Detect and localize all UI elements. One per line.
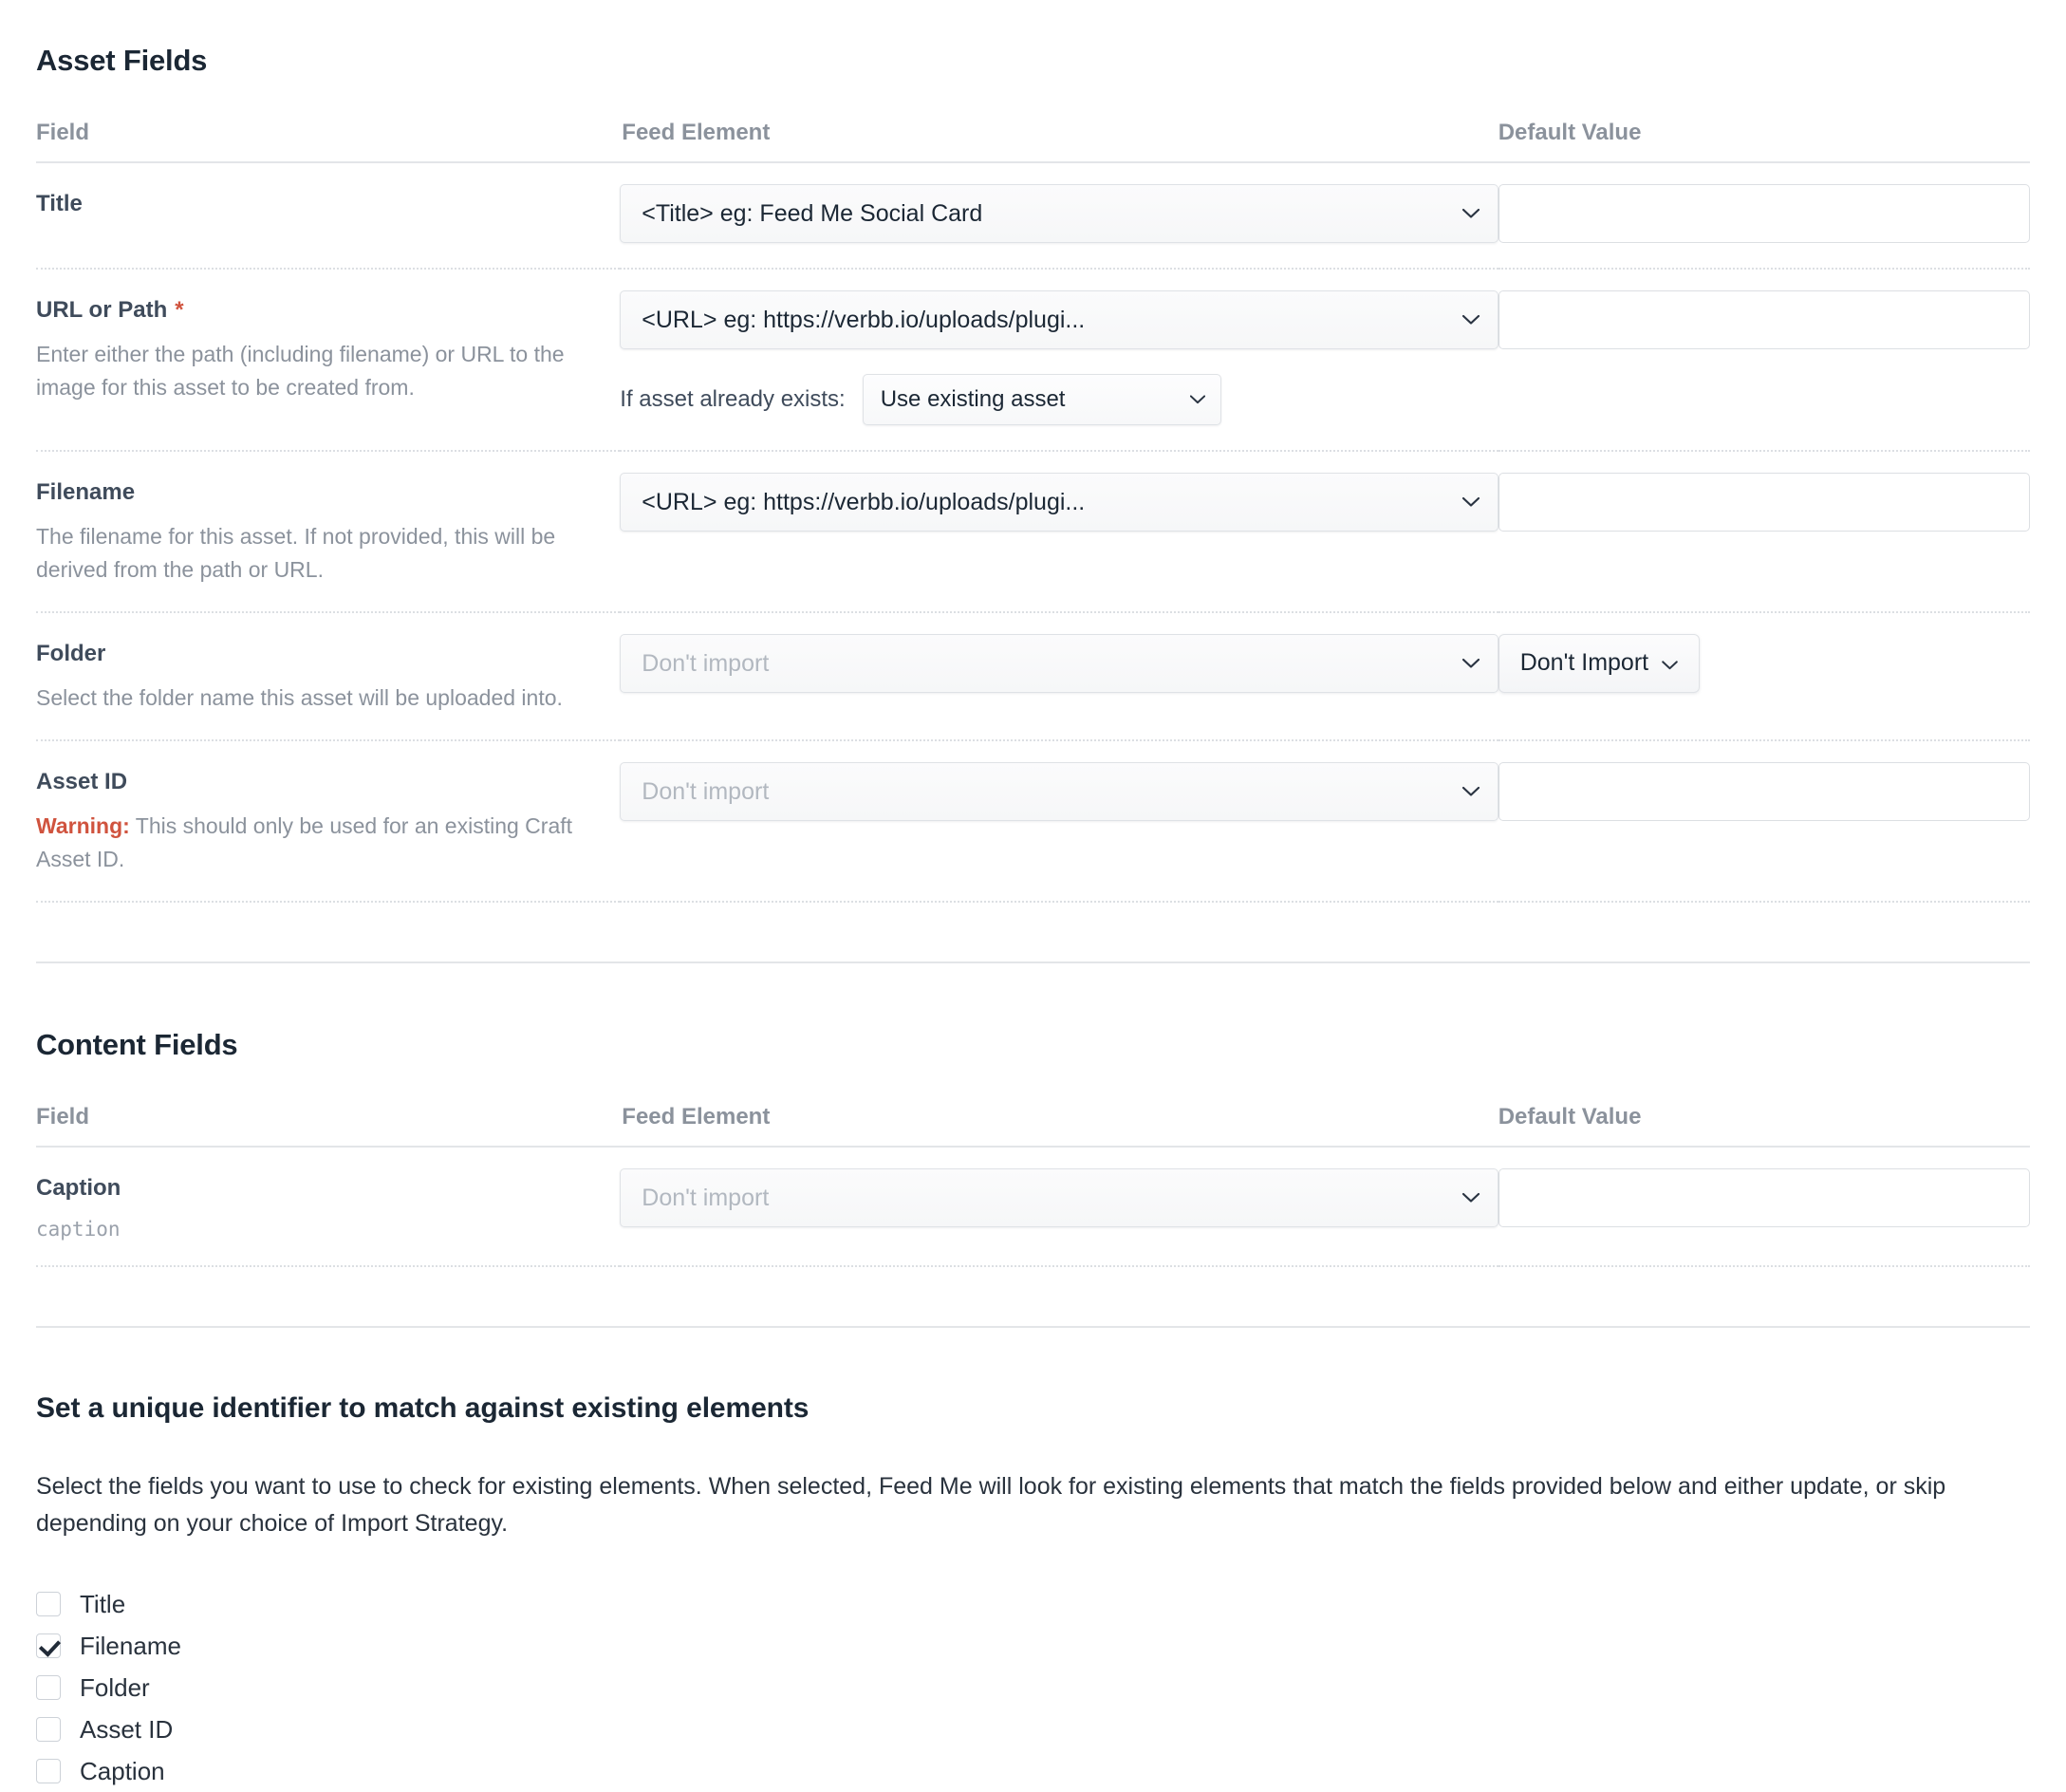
checkbox-label-title: Title [80,1590,126,1619]
field-label-title: Title [36,191,83,216]
checkbox-label-folder: Folder [80,1673,150,1703]
field-label-text: URL or Path [36,297,168,323]
asset-mapping-page: Asset Fields Field Feed Element Default … [0,0,2066,1792]
asset-exists-label: If asset already exists: [620,386,846,412]
asset-exists-select-wrap: Use existing asset [862,374,1221,425]
feed-element-select-asset-id[interactable]: Don't import [620,761,1498,821]
feed-element-select-wrap-title: <Title> eg: Feed Me Social Card [620,184,1498,243]
list-item[interactable]: Caption [36,1750,2030,1792]
asset-exists-row: If asset already exists: Use existing as… [620,374,1498,425]
feed-element-select-wrap-caption: Don't import [620,1167,1498,1227]
feed-element-cell: <URL> eg: https://verbb.io/uploads/plugi… [620,269,1498,452]
field-cell: Filename The filename for this asset. If… [36,451,621,613]
feed-element-select-wrap-filename: <URL> eg: https://verbb.io/uploads/plugi… [620,473,1498,532]
field-instructions-asset-id: Warning: This should only be used for an… [36,810,620,876]
list-item[interactable]: Filename [36,1625,2030,1667]
field-cell: Asset ID Warning: This should only be us… [36,739,621,903]
feed-element-select-url-or-path[interactable]: <URL> eg: https://verbb.io/uploads/plugi… [620,290,1498,349]
section-divider-content [36,1325,2030,1328]
table-row-folder: Folder Select the folder name this asset… [36,611,2030,741]
unique-identifier-block: Set a unique identifier to match against… [36,1392,2030,1792]
list-item[interactable]: Title [36,1583,2030,1625]
default-value-cell: Don't Import [1498,611,2030,741]
section-divider-asset [36,961,2030,963]
required-asterisk-icon: * [175,297,184,323]
unique-identifier-checkbox-list: Title Filename Folder Asset ID Caption [36,1583,2030,1792]
feed-element-cell: <Title> eg: Feed Me Social Card [620,162,1498,270]
asset-exists-select[interactable]: Use existing asset [862,374,1221,425]
list-item[interactable]: Folder [36,1667,2030,1708]
checkbox-label-asset-id: Asset ID [80,1715,174,1745]
chevron-down-icon [1662,649,1678,677]
default-value-input-title[interactable] [1498,184,2030,243]
field-cell: Title [36,162,621,270]
feed-element-cell: Don't import [620,611,1498,741]
table-header-row: Field Feed Element Default Value [36,120,2030,163]
default-value-input-filename[interactable] [1498,473,2030,532]
default-value-cell [1498,1146,2030,1267]
checkbox-caption[interactable] [36,1759,61,1784]
checkbox-asset-id[interactable] [36,1717,61,1743]
table-row-caption: Caption caption Don't import [36,1146,2030,1267]
field-label-asset-id: Asset ID [36,768,128,794]
default-value-input-caption[interactable] [1498,1167,2030,1227]
column-header-field: Field [36,120,621,163]
field-cell: Folder Select the folder name this asset… [36,611,621,741]
asset-fields-table: Field Feed Element Default Value Title <… [36,120,2030,903]
column-header-feed-element: Feed Element [620,1103,1498,1148]
field-label-filename: Filename [36,479,136,505]
feed-element-select-folder[interactable]: Don't import [620,633,1498,693]
column-header-default-value: Default Value [1498,120,2030,163]
list-item[interactable]: Asset ID [36,1708,2030,1750]
default-value-cell [1498,739,2030,903]
field-instructions-filename: The filename for this asset. If not prov… [36,524,556,582]
field-cell: URL or Path * Enter either the path (incl… [36,269,621,452]
unique-identifier-description: Select the fields you want to use to che… [36,1472,1946,1537]
field-label-caption: Caption [36,1174,121,1201]
checkbox-filename[interactable] [36,1633,61,1659]
table-row-asset-id: Asset ID Warning: This should only be us… [36,739,2030,903]
checkbox-title[interactable] [36,1592,61,1617]
dont-import-button-label: Don't Import [1519,649,1649,677]
table-row-filename: Filename The filename for this asset. If… [36,451,2030,613]
feed-element-select-wrap-asset-id: Don't import [620,761,1498,821]
column-header-feed-element: Feed Element [620,120,1498,163]
feed-element-select-title[interactable]: <Title> eg: Feed Me Social Card [620,184,1498,243]
field-handle-caption: caption [36,1217,121,1241]
default-value-input-asset-id[interactable] [1498,761,2030,821]
content-fields-table: Field Feed Element Default Value Caption… [36,1103,2030,1267]
feed-element-select-wrap-url-or-path: <URL> eg: https://verbb.io/uploads/plugi… [620,290,1498,349]
checkbox-folder[interactable] [36,1675,61,1701]
content-fields-heading: Content Fields [36,1027,238,1061]
column-header-field: Field [36,1103,621,1148]
field-label-folder: Folder [36,640,106,666]
default-value-cell [1498,269,2030,452]
feed-element-cell: <URL> eg: https://verbb.io/uploads/plugi… [620,451,1498,613]
unique-identifier-heading: Set a unique identifier to match against… [36,1391,810,1424]
default-value-input-url-or-path[interactable] [1498,290,2030,349]
default-value-cell [1498,451,2030,613]
table-header-row: Field Feed Element Default Value [36,1103,2030,1148]
field-instructions-folder: Select the folder name this asset will b… [36,684,563,710]
dont-import-button[interactable]: Don't Import [1498,633,1701,693]
feed-element-select-wrap-folder: Don't import [620,633,1498,693]
default-value-cell [1498,162,2030,270]
checkbox-label-caption: Caption [80,1757,165,1786]
field-instructions-url-or-path: Enter either the path (including filenam… [36,342,565,400]
checkbox-label-filename: Filename [80,1632,181,1661]
field-cell: Caption caption [36,1146,621,1267]
feed-element-cell: Don't import [620,1146,1498,1267]
feed-element-cell: Don't import [620,739,1498,903]
field-label-url-or-path: URL or Path * [36,296,620,325]
table-row-title: Title <Title> eg: Feed Me Social Card [36,162,2030,270]
warning-prefix: Warning: [36,812,130,838]
column-header-default-value: Default Value [1498,1103,2030,1148]
feed-element-select-filename[interactable]: <URL> eg: https://verbb.io/uploads/plugi… [620,473,1498,532]
asset-fields-heading: Asset Fields [36,44,208,77]
content-fields-block: Content Fields Field Feed Element Defaul… [36,1028,2030,1328]
feed-element-select-caption[interactable]: Don't import [620,1167,1498,1227]
table-row-url-or-path: URL or Path * Enter either the path (incl… [36,269,2030,452]
